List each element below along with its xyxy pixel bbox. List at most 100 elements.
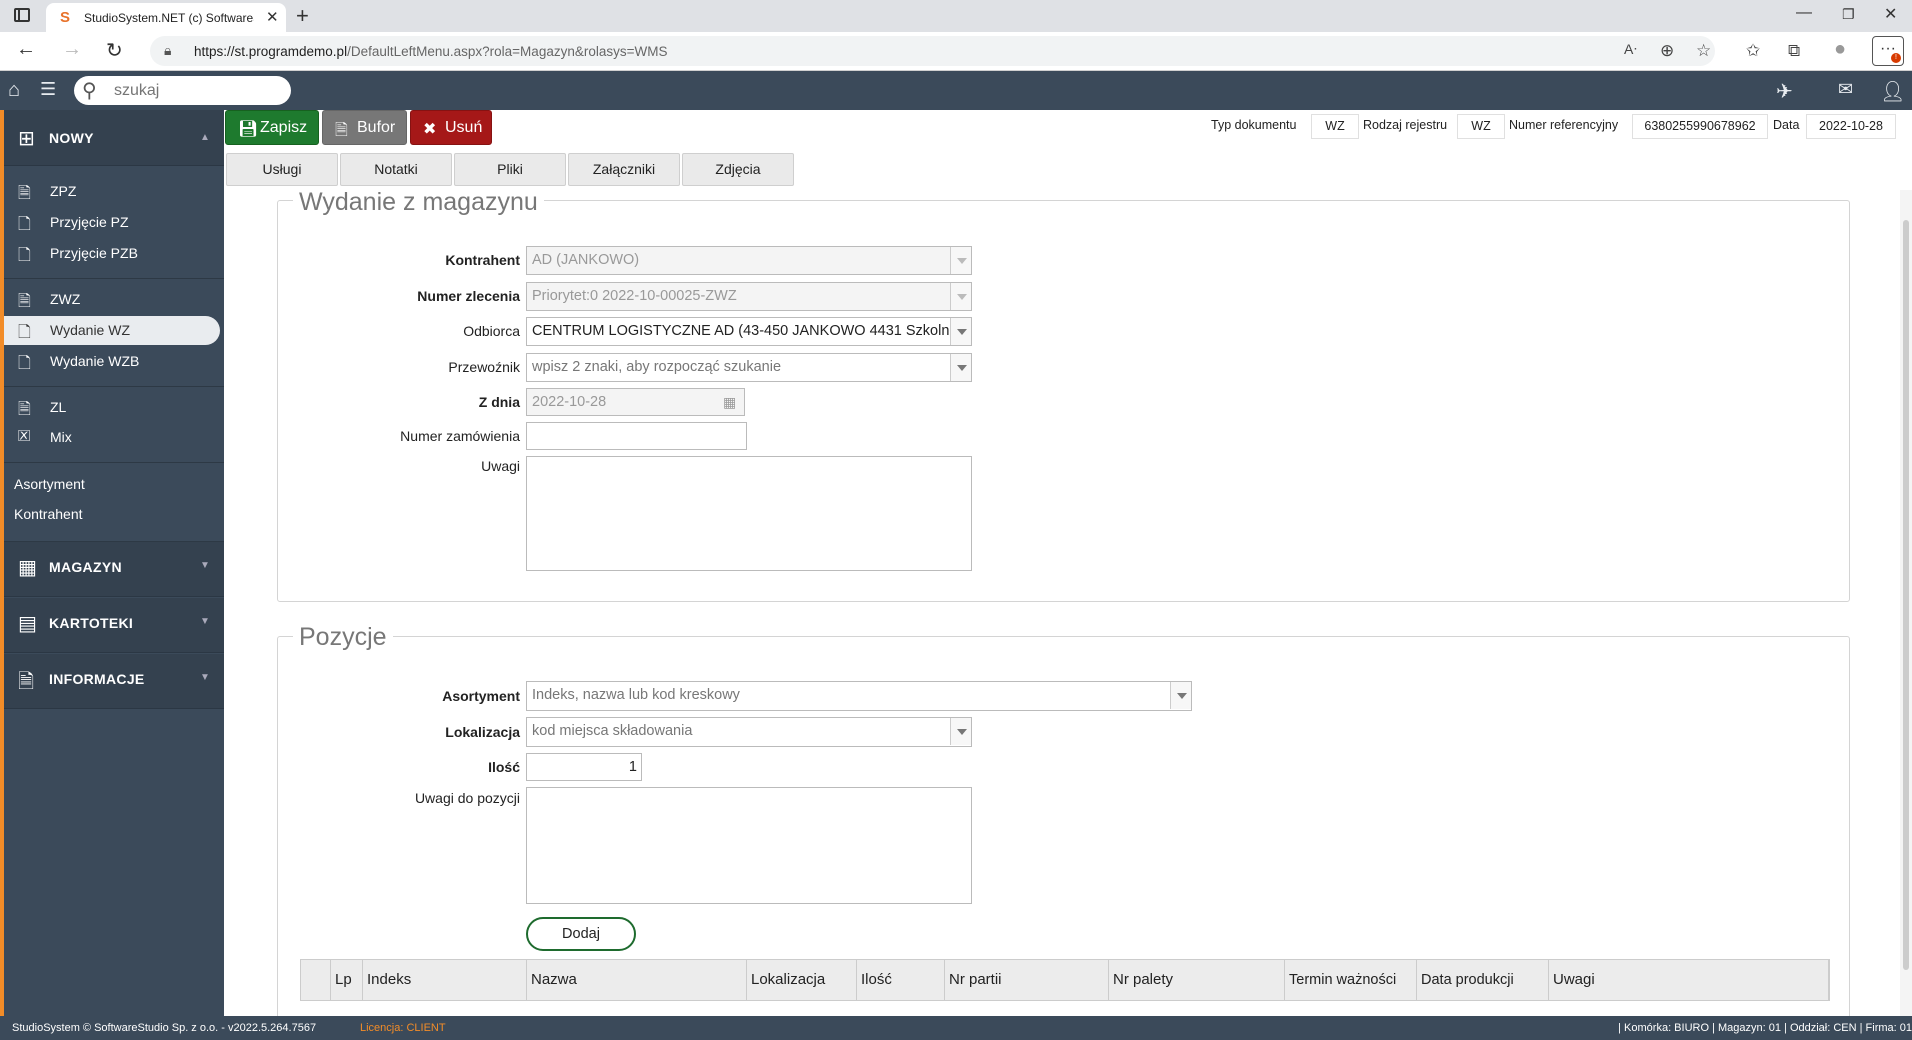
file-up-icon: 🗎 bbox=[18, 293, 31, 310]
tab-close-icon[interactable]: ✕ bbox=[266, 8, 279, 26]
chevron-down-icon[interactable] bbox=[950, 718, 971, 745]
sidebar-divider bbox=[4, 278, 224, 279]
expand-icon[interactable]: ▼ bbox=[200, 616, 210, 627]
window-restore-icon[interactable]: ❐ bbox=[1842, 6, 1855, 23]
read-aloud-icon[interactable]: Aᐧ bbox=[1624, 41, 1637, 58]
sidebar-item-przyjecie-pz[interactable]: 🗋 Przyjęcie PZ bbox=[4, 208, 220, 237]
lokalizacja-select[interactable]: kod miejsca składowania bbox=[526, 717, 972, 747]
asortyment-select[interactable]: Indeks, nazwa lub kod kreskowy bbox=[526, 681, 1192, 711]
tab-uslugi[interactable]: Usługi bbox=[226, 153, 338, 186]
save-button-label: Zapisz bbox=[260, 119, 308, 136]
zdnia-date-field[interactable]: 2022-10-28 ▦ bbox=[526, 388, 745, 416]
favorites-icon[interactable]: ✩ bbox=[1746, 41, 1760, 61]
calendar-icon[interactable]: ▦ bbox=[723, 389, 736, 415]
sidebar-section-informacje[interactable]: 🗎 INFORMACJE ▼ bbox=[4, 654, 224, 709]
plane-icon[interactable]: ✈ bbox=[1776, 79, 1793, 104]
collapse-icon[interactable]: ▲ bbox=[200, 132, 210, 143]
sidebar-item-wydanie-wzb[interactable]: 🗋 Wydanie WZB bbox=[4, 347, 220, 376]
collections-icon[interactable]: ⧉ bbox=[1788, 41, 1800, 61]
add-button[interactable]: Dodaj bbox=[526, 917, 636, 951]
mail-icon[interactable]: ✉ bbox=[1838, 79, 1853, 100]
uwagi-pozycji-textarea[interactable] bbox=[526, 787, 972, 904]
column-header-nr-palety[interactable]: Nr palety bbox=[1109, 960, 1285, 1000]
odbiorca-value: CENTRUM LOGISTYCZNE AD (43-450 JANKOWO 4… bbox=[532, 323, 958, 339]
sidebar-divider bbox=[4, 462, 224, 463]
vertical-scrollbar[interactable] bbox=[1900, 190, 1912, 1016]
buffer-button[interactable]: 🗎 Bufor bbox=[322, 110, 407, 145]
search-box[interactable]: ⚲ bbox=[74, 76, 291, 105]
pozycje-legend: Pozycje bbox=[293, 623, 393, 652]
sidebar-section-label: KARTOTEKI bbox=[49, 615, 134, 631]
menu-toggle-icon[interactable]: ☰ bbox=[40, 79, 56, 100]
window-close-icon[interactable]: ✕ bbox=[1884, 4, 1897, 24]
sidebar-item-zl[interactable]: 🗎 ZL bbox=[4, 393, 220, 422]
sidebar-item-label: Przyjęcie PZ bbox=[50, 214, 129, 230]
column-header-ilosc[interactable]: Ilość bbox=[857, 960, 945, 1000]
sidebar-item-wydanie-wz[interactable]: 🗋 Wydanie WZ bbox=[4, 316, 220, 345]
column-header-nazwa[interactable]: Nazwa bbox=[527, 960, 747, 1000]
numer-zamowienia-label: Numer zamówienia bbox=[400, 428, 520, 444]
expand-icon[interactable]: ▼ bbox=[200, 672, 210, 683]
favorite-add-icon[interactable]: ☆ bbox=[1696, 41, 1711, 61]
sidebar-item-mix[interactable]: 🗵 Mix bbox=[4, 423, 220, 452]
scrollbar-thumb[interactable] bbox=[1903, 220, 1909, 970]
window-minimize-icon[interactable]: — bbox=[1796, 4, 1812, 22]
warehouse-icon: ▦ bbox=[18, 557, 37, 579]
numer-zamowienia-input[interactable] bbox=[526, 422, 747, 450]
uwagi-label: Uwagi bbox=[481, 458, 520, 474]
uwagi-textarea[interactable] bbox=[526, 456, 972, 571]
sidebar-link-kontrahent[interactable]: Kontrahent bbox=[14, 506, 83, 522]
column-header-lp[interactable]: Lp bbox=[331, 960, 363, 1000]
window-menu-icon[interactable] bbox=[14, 8, 30, 22]
delete-button[interactable]: ✖ Usuń bbox=[410, 110, 492, 145]
column-header-nr-partii[interactable]: Nr partii bbox=[945, 960, 1109, 1000]
odbiorca-select[interactable]: CENTRUM LOGISTYCZNE AD (43-450 JANKOWO 4… bbox=[526, 317, 972, 346]
przewoznik-select[interactable]: wpisz 2 znaki, aby rozpocząć szukanie bbox=[526, 353, 972, 382]
tab-pliki[interactable]: Pliki bbox=[454, 153, 566, 186]
column-header-indeks[interactable]: Indeks bbox=[363, 960, 527, 1000]
ilosc-input[interactable]: 1 bbox=[526, 753, 642, 781]
new-tab-icon[interactable]: + bbox=[296, 3, 309, 29]
sidebar-item-label: Wydanie WZ bbox=[50, 322, 131, 338]
column-header-uwagi[interactable]: Uwagi bbox=[1549, 960, 1829, 1000]
save-button[interactable]: 💾︎ Zapisz bbox=[225, 110, 319, 145]
chevron-down-icon[interactable] bbox=[950, 354, 971, 381]
back-icon[interactable]: ← bbox=[16, 38, 36, 61]
profile-icon[interactable]: ● bbox=[1834, 38, 1846, 61]
tab-zalaczniki[interactable]: Załączniki bbox=[568, 153, 680, 186]
chevron-down-icon[interactable] bbox=[1170, 682, 1191, 709]
url-field[interactable]: 🔒︎ https://st.programdemo.pl/DefaultLeft… bbox=[150, 36, 1715, 66]
sidebar-item-zpz[interactable]: 🗎 ZPZ bbox=[4, 177, 220, 206]
user-icon[interactable]: 👤︎ bbox=[1880, 79, 1905, 104]
chevron-down-icon[interactable] bbox=[950, 318, 971, 345]
home-icon[interactable]: ⌂ bbox=[8, 79, 20, 102]
browser-menu-icon[interactable]: ···! bbox=[1872, 36, 1904, 66]
kontrahent-select[interactable]: AD (JANKOWO) bbox=[526, 246, 972, 275]
forward-icon[interactable]: → bbox=[62, 38, 82, 61]
search-input[interactable] bbox=[114, 80, 279, 101]
column-header-data-produkcji[interactable]: Data produkcji bbox=[1417, 960, 1549, 1000]
column-header-lokalizacja[interactable]: Lokalizacja bbox=[747, 960, 857, 1000]
sidebar-link-asortyment[interactable]: Asortyment bbox=[14, 476, 85, 492]
column-header-termin-waznosci[interactable]: Termin ważności bbox=[1285, 960, 1417, 1000]
chevron-down-icon[interactable] bbox=[950, 247, 971, 274]
browser-tab[interactable]: S StudioSystem.NET (c) SoftwareStudio ✕ bbox=[46, 3, 286, 32]
floppy-icon: 💾︎ bbox=[238, 121, 259, 138]
sidebar-item-zwz[interactable]: 🗎 ZWZ bbox=[4, 285, 220, 314]
sidebar-item-przyjecie-pzb[interactable]: 🗋 Przyjęcie PZB bbox=[4, 239, 220, 268]
numer-zlecenia-select[interactable]: Priorytet:0 2022-10-00025-ZWZ bbox=[526, 282, 972, 311]
tab-zdjecia[interactable]: Zdjęcia bbox=[682, 153, 794, 186]
tab-notatki[interactable]: Notatki bbox=[340, 153, 452, 186]
zoom-icon[interactable]: ⊕ bbox=[1660, 41, 1674, 61]
lock-icon[interactable]: 🔒︎ bbox=[164, 42, 171, 59]
expand-icon[interactable]: ▼ bbox=[200, 560, 210, 571]
sidebar-item-label: Mix bbox=[50, 429, 72, 445]
context-info: | Komórka: BIURO | Magazyn: 01 | Oddział… bbox=[1618, 1022, 1912, 1034]
sidebar-section-nowy[interactable]: ⊞ NOWY ▲ bbox=[4, 110, 224, 166]
chevron-down-icon[interactable] bbox=[950, 283, 971, 310]
sidebar-section-magazyn[interactable]: ▦ MAGAZYN ▼ bbox=[4, 542, 224, 597]
reload-icon[interactable]: ↻ bbox=[106, 38, 123, 63]
numer-zlecenia-label: Numer zlecenia bbox=[417, 288, 520, 304]
sidebar-divider bbox=[4, 386, 224, 387]
sidebar-section-kartoteki[interactable]: ▤ KARTOTEKI ▼ bbox=[4, 598, 224, 653]
